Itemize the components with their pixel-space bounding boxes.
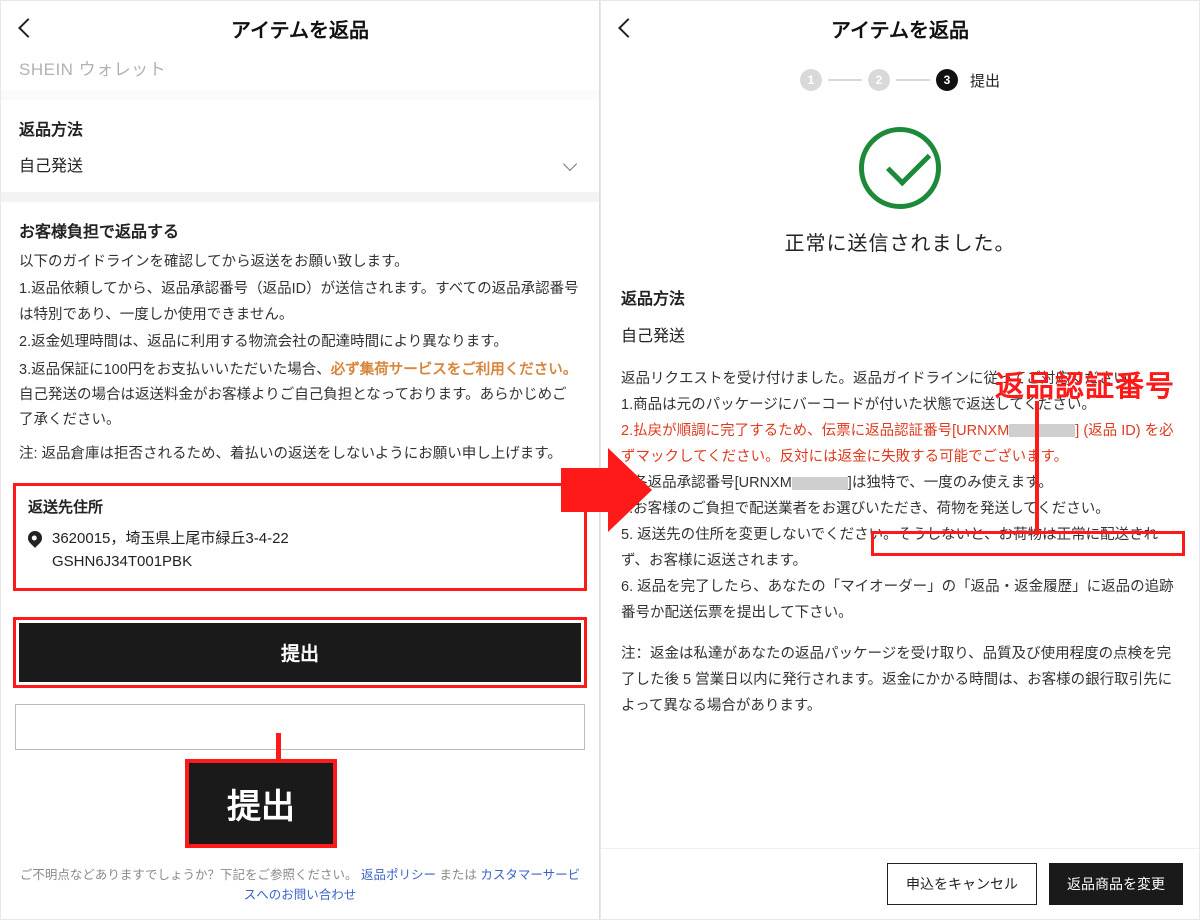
annotation-auth-number-label: 返品認証番号 <box>995 363 1175 405</box>
chevron-down-icon <box>563 157 577 171</box>
footer-mid: または <box>436 868 480 882</box>
guideline-3: 3.返品保証に100円をお支払いいただいた場合、必ず集荷サービスをご利用ください… <box>19 358 581 434</box>
submit-button[interactable]: 提出 <box>19 623 581 682</box>
step-3-dot: 3 <box>936 69 958 91</box>
footer-text: ご不明点などありますでしょうか？下記をご参照ください。 <box>20 868 358 882</box>
step-line <box>896 79 930 81</box>
secondary-button[interactable] <box>15 704 585 750</box>
page-title: アイテムを返品 <box>601 14 1199 43</box>
intro-line: 以下のガイドラインを確認してから返送をお願い致します。 <box>19 250 581 275</box>
guideline-3c: 自己発送の場合は返送料金がお客様よりご自己負担となっております。あらかじめご了承… <box>19 387 567 428</box>
annotation-pointer-line <box>1035 401 1039 535</box>
conf-2b: 伝票に返品認証番号[URNXM <box>822 423 1010 439</box>
success-check-icon <box>859 127 941 209</box>
conf-6: 6. 返品を完了したら、あなたの「マイオーダー」の「返品・返金履歴」に返品の追跡… <box>621 574 1179 626</box>
return-policy-link[interactable]: 返品ポリシー <box>361 868 436 882</box>
conf-5: 5. 返送先の住所を変更しないでください。そうしないと、お荷物は正常に配送されず… <box>621 522 1179 574</box>
conf-2: 2.払戻が順調に完了するため、伝票に返品認証番号[URNXM] (返品 ID) … <box>621 418 1179 470</box>
conf-2a: 2.払戻が順調に完了するため、 <box>621 423 822 439</box>
right-screen: アイテムを返品 1 2 3 提出 正常に送信されました。 返品方法 自己発送 返… <box>600 0 1200 920</box>
guideline-2: 2.返金処理時間は、返品に利用する物流会社の配達時間により異なります。 <box>19 330 581 355</box>
header: アイテムを返品 <box>1 1 599 55</box>
conf-4: 4.お客様のご負担で配送業者をお選びいただき、荷物を発送してください。 <box>621 496 1179 522</box>
guideline-3a: 3.返品保証に100円をお支払いいただいた場合、 <box>19 362 331 378</box>
step-line <box>828 79 862 81</box>
guideline-1: 1.返品依頼してから、返品承認番号（返品ID）が送信されます。すべての返品承認番… <box>19 277 581 328</box>
progress-stepper: 1 2 3 提出 <box>601 55 1199 107</box>
masked-auth-number-2 <box>792 477 848 490</box>
annotation-connector <box>276 733 281 761</box>
guidelines-text: 以下のガイドラインを確認してから返送をお願い致します。 1.返品依頼してから、返… <box>19 250 581 467</box>
page-title: アイテムを返品 <box>1 14 599 43</box>
return-method-select[interactable]: 自己発送 <box>1 148 599 202</box>
return-address-lines: 3620015，埼玉県上尾市緑丘3-4-22 GSHN6J34T001PBK <box>52 527 289 574</box>
return-method-value: 自己発送 <box>621 323 1179 352</box>
conf-3b: ]は独特で、一度のみ使えます。 <box>848 475 1053 491</box>
confirmation-body: 返品方法 自己発送 返品リクエストを受け付けました。返品ガイドラインに従ってご対… <box>601 266 1199 729</box>
address-line-2: GSHN6J34T001PBK <box>52 550 289 573</box>
action-bar: 申込をキャンセル 返品商品を変更 <box>601 848 1199 919</box>
masked-auth-number <box>1009 424 1075 437</box>
change-items-button[interactable]: 返品商品を変更 <box>1049 863 1183 905</box>
left-screen: アイテムを返品 SHEIN ウォレット 返品方法 自己発送 お客様負担で返品する… <box>0 0 600 920</box>
location-pin-icon <box>25 528 45 548</box>
conf-note: 注：返金は私達があなたの返品パッケージを受け取り、品質及び使用程度の点検を完了し… <box>621 641 1179 719</box>
success-block: 正常に送信されました。 <box>601 107 1199 266</box>
return-method-label: 返品方法 <box>19 116 581 140</box>
footer-help: ご不明点などありますでしょうか？下記をご参照ください。 返品ポリシー または カ… <box>1 857 599 919</box>
return-method-value: 自己発送 <box>19 152 83 176</box>
cancel-request-button[interactable]: 申込をキャンセル <box>887 863 1037 905</box>
address-line-1: 3620015，埼玉県上尾市緑丘3-4-22 <box>52 527 289 550</box>
submit-highlight-box: 提出 <box>13 617 587 688</box>
return-method-label: 返品方法 <box>621 286 1179 315</box>
return-address-box: 返送先住所 3620015，埼玉県上尾市緑丘3-4-22 GSHN6J34T00… <box>13 483 587 591</box>
return-address-heading: 返送先住所 <box>28 496 572 517</box>
step-2-dot: 2 <box>868 69 890 91</box>
self-return-heading: お客様負担で返品する <box>19 218 581 242</box>
conf-3: 3.各返品承認番号[URNXM]は独特で、一度のみ使えます。 <box>621 470 1179 496</box>
submit-zoom-callout: 提出 <box>185 759 337 848</box>
step-1-dot: 1 <box>800 69 822 91</box>
header: アイテムを返品 <box>601 1 1199 55</box>
success-message: 正常に送信されました。 <box>601 227 1199 256</box>
guideline-note: 注: 返品倉庫は拒否されるため、着払いの返送をしないようにお願い申し上げます。 <box>19 442 581 467</box>
wallet-row: SHEIN ウォレット <box>1 55 599 100</box>
step-3-label: 提出 <box>970 70 1000 91</box>
guideline-3-highlight: 必ず集荷サービスをご利用ください。 <box>331 362 578 378</box>
